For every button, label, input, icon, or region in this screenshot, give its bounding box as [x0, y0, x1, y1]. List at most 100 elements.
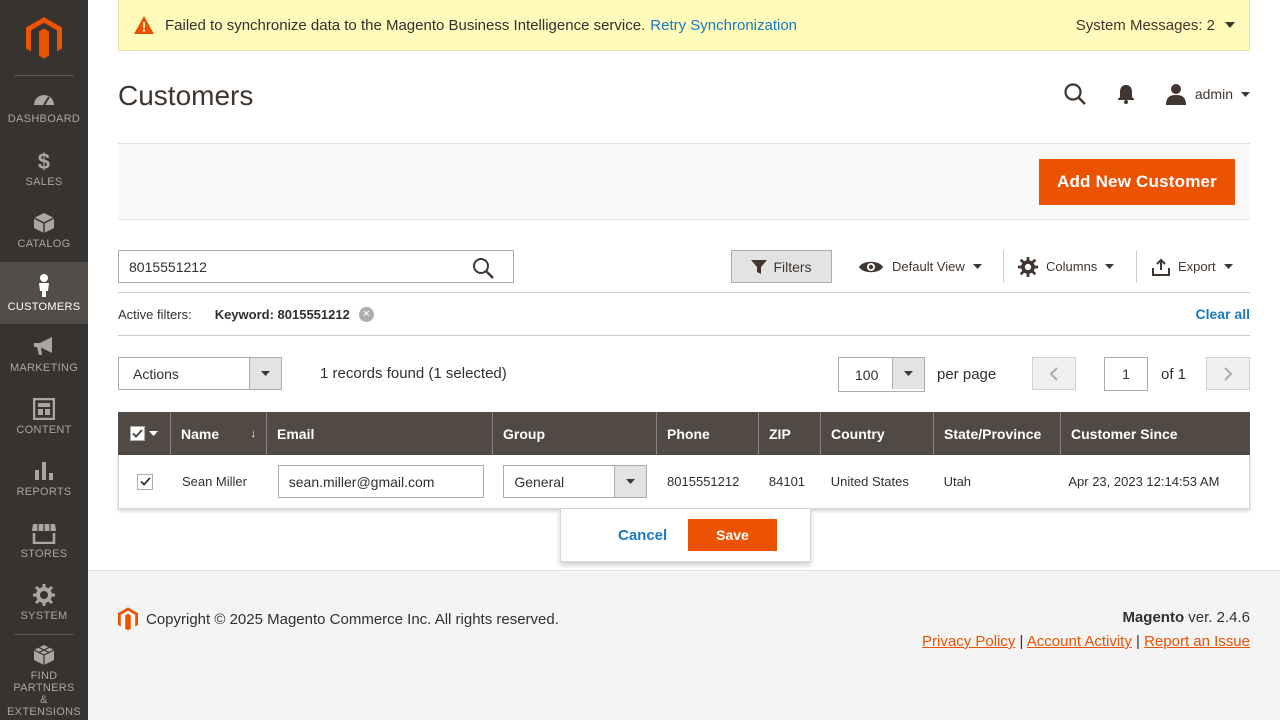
- nav-content[interactable]: CONTENT: [0, 386, 88, 448]
- nav-partners[interactable]: FIND PARTNERS & EXTENSIONS: [7, 634, 81, 718]
- email-field[interactable]: sean.miller@gmail.com: [277, 465, 484, 498]
- column-header-group[interactable]: Group: [493, 412, 657, 455]
- table-row[interactable]: Sean Miller sean.miller@gmail.com Genera…: [118, 455, 1250, 509]
- copyright-text: Copyright © 2025 Magento Commerce Inc. A…: [146, 610, 559, 628]
- nav-marketing[interactable]: MARKETING: [0, 324, 88, 386]
- page-total: of 1: [1161, 366, 1187, 383]
- nav-partners-line-4: EXTENSIONS: [7, 705, 81, 718]
- nav-reports[interactable]: REPORTS: [0, 448, 88, 510]
- nav-customers[interactable]: CUSTOMERS: [0, 262, 88, 324]
- system-messages-toggle[interactable]: System Messages: 2: [1076, 17, 1235, 34]
- filters-button[interactable]: Filters: [731, 250, 832, 283]
- column-header-email[interactable]: Email: [267, 412, 493, 455]
- system-message-bar: Failed to synchronize data to the Magent…: [118, 0, 1250, 51]
- nav-catalog[interactable]: CATALOG: [0, 200, 88, 262]
- cell-name: Sean Miller: [181, 474, 247, 489]
- column-header-phone[interactable]: Phone: [657, 412, 759, 455]
- admin-username: admin: [1194, 86, 1233, 102]
- copyright: Copyright © 2025 Magento Commerce Inc. A…: [118, 607, 559, 631]
- add-new-customer-button[interactable]: Add New Customer: [1039, 159, 1235, 205]
- nav-sales-label: SALES: [25, 176, 63, 188]
- nav-sales[interactable]: $ SALES: [0, 138, 88, 200]
- cell-phone: 8015551212: [667, 474, 740, 489]
- cell-group: General: [493, 455, 657, 508]
- column-header-state-label: State/Province: [944, 425, 1042, 442]
- header-actions: admin: [1063, 82, 1250, 106]
- grid-header: Name ↓ Email Group Phone ZIP Country Sta…: [118, 412, 1250, 455]
- nav-customers-label: CUSTOMERS: [7, 301, 81, 313]
- layout-icon: [33, 398, 55, 420]
- system-message-text: Failed to synchronize data to the Magent…: [165, 16, 646, 34]
- page-number-input[interactable]: 1: [1104, 357, 1148, 391]
- row-checkbox[interactable]: [137, 473, 153, 490]
- column-header-customer-since[interactable]: Customer Since: [1061, 412, 1250, 455]
- column-header-country[interactable]: Country: [821, 412, 934, 455]
- select-all-header[interactable]: [118, 412, 171, 455]
- mass-actions-label: Actions: [133, 365, 179, 382]
- chevron-down-icon[interactable]: [149, 431, 158, 436]
- box-icon: [33, 213, 55, 233]
- chevron-down-icon: [1105, 264, 1115, 269]
- footer-link-separator: |: [1019, 633, 1027, 650]
- inline-edit-actions: Cancel Save: [560, 509, 811, 562]
- select-all-checkbox[interactable]: [130, 426, 145, 441]
- nav-dashboard[interactable]: DASHBOARD: [0, 76, 88, 138]
- column-header-name[interactable]: Name ↓: [171, 412, 267, 455]
- clear-all-filters-link[interactable]: Clear all: [1196, 306, 1250, 322]
- nav-stores-label: STORES: [20, 548, 68, 560]
- column-header-name-label: Name: [181, 425, 220, 442]
- page-footer: Copyright © 2025 Magento Commerce Inc. A…: [88, 570, 1280, 720]
- mass-actions-select[interactable]: Actions: [118, 357, 282, 390]
- save-button[interactable]: Save: [688, 519, 777, 551]
- nav-stores[interactable]: STORES: [0, 510, 88, 572]
- nav-catalog-label: CATALOG: [17, 238, 71, 250]
- nav-system[interactable]: SYSTEM: [0, 572, 88, 634]
- column-header-state[interactable]: State/Province: [934, 412, 1061, 455]
- remove-filter-icon[interactable]: ✕: [358, 306, 374, 322]
- bell-icon[interactable]: [1117, 84, 1135, 104]
- keyword-search-value: 8015551212: [129, 258, 207, 275]
- next-page-button[interactable]: [1206, 357, 1250, 390]
- admin-sidebar: DASHBOARD $ SALES CATALOG CUSTOMERS MARK…: [0, 0, 88, 720]
- chevron-down-icon: [614, 466, 647, 497]
- system-messages-count: System Messages: 2: [1075, 16, 1215, 34]
- cubes-icon: [33, 644, 55, 665]
- account-activity-link[interactable]: Account Activity: [1027, 633, 1132, 650]
- magento-logo[interactable]: [14, 0, 74, 76]
- nav-content-label: CONTENT: [16, 424, 72, 436]
- brand-name: Magento: [1122, 609, 1185, 626]
- report-issue-link[interactable]: Report an Issue: [1144, 633, 1250, 650]
- default-view-dropdown[interactable]: Default View: [858, 250, 982, 283]
- per-page-select[interactable]: 100: [838, 357, 925, 392]
- search-icon[interactable]: [1063, 82, 1087, 106]
- bar-chart-icon: [35, 462, 53, 480]
- cancel-button[interactable]: Cancel: [618, 527, 667, 544]
- admin-user-menu[interactable]: admin: [1165, 83, 1250, 105]
- checkmark-icon: [132, 429, 143, 438]
- search-icon[interactable]: [472, 257, 494, 279]
- chevron-left-icon: [1050, 366, 1058, 381]
- nav-partners-line-3: &: [40, 693, 48, 706]
- group-select[interactable]: General: [503, 465, 648, 498]
- columns-dropdown[interactable]: Columns: [1018, 250, 1115, 283]
- dashboard-icon: [34, 95, 54, 106]
- chevron-down-icon: [1241, 91, 1250, 97]
- privacy-policy-link[interactable]: Privacy Policy: [922, 633, 1015, 650]
- keyword-search-input[interactable]: 8015551212: [118, 250, 514, 283]
- footer-links: Privacy Policy | Account Activity | Repo…: [922, 633, 1250, 650]
- filter-icon: [751, 259, 768, 274]
- column-header-country-label: Country: [831, 425, 885, 442]
- eye-icon: [859, 261, 883, 272]
- columns-label: Columns: [1046, 259, 1098, 274]
- magento-logo-icon: [118, 607, 138, 631]
- user-icon: [1165, 84, 1186, 105]
- cell-country: United States: [830, 474, 909, 489]
- nav-marketing-label: MARKETING: [9, 362, 79, 374]
- active-filters-label: Active filters:: [118, 306, 192, 322]
- retry-sync-link[interactable]: Retry Synchronization: [650, 17, 797, 34]
- previous-page-button[interactable]: [1032, 357, 1076, 390]
- export-dropdown[interactable]: Export: [1152, 250, 1233, 283]
- chevron-down-icon: [1225, 22, 1235, 28]
- chevron-down-icon: [249, 358, 281, 389]
- column-header-zip[interactable]: ZIP: [759, 412, 821, 455]
